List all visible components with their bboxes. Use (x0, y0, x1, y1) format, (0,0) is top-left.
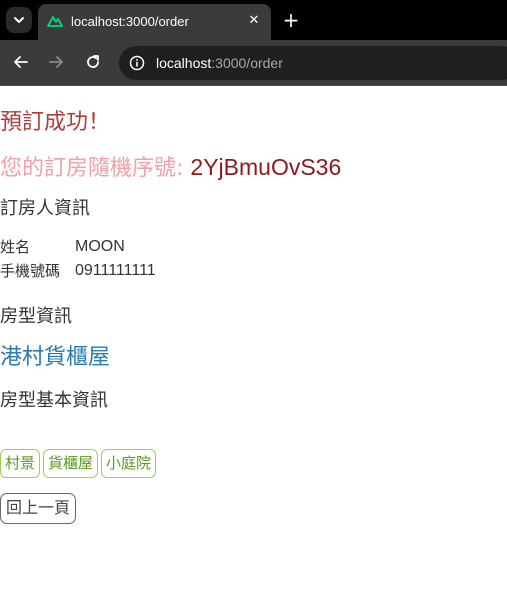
order-number-value: 2YjBmuOvS36 (190, 154, 342, 180)
room-tag: 小庭院 (101, 449, 157, 478)
room-tag: 貨櫃屋 (43, 449, 99, 478)
new-tab-icon[interactable]: + (281, 9, 301, 31)
order-number-label: 您的訂房隨機序號: (0, 156, 191, 181)
url-host: localhost (156, 55, 212, 71)
arrow-left-icon (14, 56, 28, 68)
booker-name-value: MOON (75, 238, 125, 255)
chevron-down-icon (14, 17, 24, 23)
browser-toolbar: localhost:3000/order (0, 40, 507, 86)
room-basic-info-heading: 房型基本資訊 (0, 390, 108, 411)
tab-title: localhost:3000/order (71, 14, 189, 29)
room-name: 港村貨櫃屋 (0, 345, 111, 370)
back-to-previous-page-button[interactable]: 回上一頁 (0, 493, 77, 524)
booker-name-label: 姓名 (0, 238, 31, 256)
url-path: :3000/order (211, 55, 283, 71)
back-button[interactable] (10, 51, 32, 73)
forward-button[interactable] (45, 51, 67, 73)
browser-tab-bar: localhost:3000/order ✕ + (0, 0, 507, 40)
booker-phone-value: 0911111111 (75, 262, 156, 279)
active-tab[interactable]: localhost:3000/order ✕ (38, 4, 271, 40)
nuxt-logo-icon (47, 16, 63, 27)
address-bar[interactable]: localhost:3000/order (119, 46, 507, 80)
room-info-heading: 房型資訊 (0, 306, 72, 327)
tab-search-button[interactable] (6, 7, 32, 33)
booker-phone-label: 手機號碼 (0, 262, 61, 280)
order-number-line: 您的訂房隨機序號: 2YjBmuOvS36 (0, 153, 341, 183)
room-tags: 村景 貨櫃屋 小庭院 (0, 449, 159, 479)
room-tag: 村景 (0, 449, 41, 478)
close-tab-icon[interactable]: ✕ (245, 12, 263, 30)
info-icon[interactable] (129, 55, 145, 71)
booker-info-heading: 訂房人資訊 (0, 198, 90, 219)
reload-icon (87, 55, 99, 68)
arrow-right-icon (49, 56, 63, 68)
url-text[interactable]: localhost:3000/order (156, 55, 283, 71)
success-title: 預訂成功！ (0, 110, 111, 135)
reload-button[interactable] (82, 51, 104, 73)
page-content: 預訂成功！ 您的訂房隨機序號: 2YjBmuOvS36 訂房人資訊 姓名 MOO… (0, 87, 507, 606)
